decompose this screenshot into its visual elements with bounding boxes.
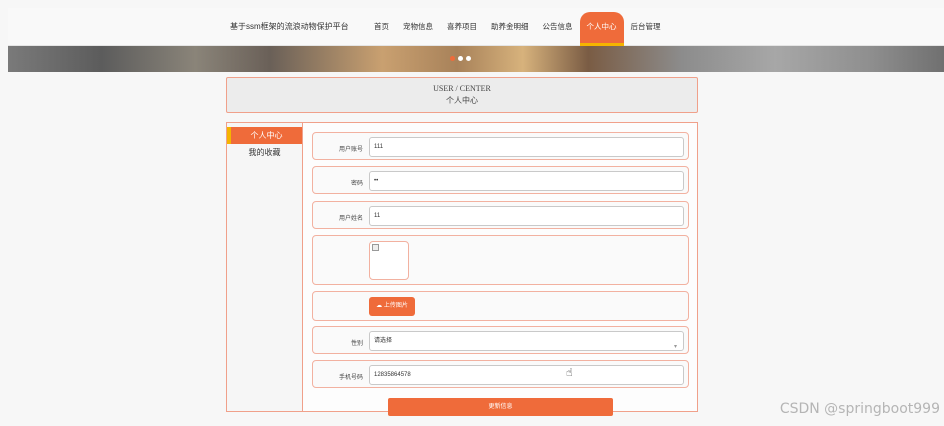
upload-button-label: 上传图片 — [383, 303, 408, 309]
avatar-preview — [369, 241, 409, 280]
password-field[interactable]: •• — [369, 171, 684, 191]
phone-label: 手机号码 — [338, 375, 363, 381]
header-title-cn: 个人中心 — [446, 96, 478, 105]
sidebar-item-user-center[interactable]: 个人中心 — [227, 127, 302, 144]
nav-pet-info[interactable]: 宠物信息 — [396, 8, 440, 46]
carousel-indicators — [450, 56, 471, 61]
name-field[interactable]: 11 — [369, 206, 684, 226]
user-sidebar: 个人中心 我的收藏 — [226, 122, 303, 412]
account-field[interactable]: 111 — [369, 137, 684, 157]
form-row-avatar — [312, 235, 689, 285]
name-label: 用户姓名 — [338, 216, 363, 222]
user-center-header: USER / CENTER 个人中心 — [226, 77, 698, 113]
form-row-account: 用户账号 111 — [312, 132, 689, 160]
upload-image-button[interactable]: ☁ 上传图片 — [369, 297, 415, 316]
page: 基于ssm框架的流浪动物保护平台 首页 宠物信息 喜养项目 助养金明细 公告信息… — [0, 0, 944, 426]
banner-carousel — [8, 46, 944, 72]
sidebar-item-favorites[interactable]: 我的收藏 — [227, 144, 302, 161]
gender-label: 性别 — [350, 341, 363, 347]
carousel-dot[interactable] — [466, 56, 471, 61]
header-title-en: USER / CENTER — [433, 84, 491, 93]
broken-image-icon — [372, 244, 379, 251]
password-label: 密码 — [350, 181, 363, 187]
carousel-dot[interactable] — [458, 56, 463, 61]
update-info-button[interactable]: 更新信息 — [388, 398, 613, 416]
form-row-password: 密码 •• — [312, 166, 689, 194]
top-navbar: 基于ssm框架的流浪动物保护平台 首页 宠物信息 喜养项目 助养金明细 公告信息… — [8, 8, 944, 46]
nav-adoption-project[interactable]: 喜养项目 — [440, 8, 484, 46]
cloud-upload-icon: ☁ — [376, 303, 383, 309]
site-brand[interactable]: 基于ssm框架的流浪动物保护平台 — [230, 8, 349, 46]
nav-home[interactable]: 首页 — [367, 8, 396, 46]
profile-form: 用户账号 111 密码 •• 用户姓名 11 ☁ 上传图片 性别 请选择 ▾ 手… — [303, 122, 698, 412]
main-nav: 首页 宠物信息 喜养项目 助养金明细 公告信息 个人中心 后台管理 — [367, 8, 668, 46]
chevron-down-icon: ▾ — [673, 344, 677, 350]
nav-admin[interactable]: 后台管理 — [624, 8, 668, 46]
gender-select[interactable]: 请选择 ▾ — [369, 331, 684, 351]
form-row-upload: ☁ 上传图片 — [312, 291, 689, 321]
nav-sponsorship-details[interactable]: 助养金明细 — [484, 8, 536, 46]
account-label: 用户账号 — [338, 147, 363, 153]
form-row-phone: 手机号码 12835864578 — [312, 360, 689, 388]
phone-field[interactable]: 12835864578 — [369, 365, 684, 385]
gender-select-placeholder: 请选择 — [374, 338, 393, 344]
nav-user-center[interactable]: 个人中心 — [579, 12, 624, 46]
form-row-gender: 性别 请选择 ▾ — [312, 326, 689, 354]
nav-announcements[interactable]: 公告信息 — [536, 8, 580, 46]
form-row-name: 用户姓名 11 — [312, 201, 689, 229]
watermark: CSDN @springboot999 — [779, 401, 940, 417]
hand-cursor-icon: ☝ — [566, 367, 573, 379]
carousel-dot[interactable] — [450, 56, 455, 61]
